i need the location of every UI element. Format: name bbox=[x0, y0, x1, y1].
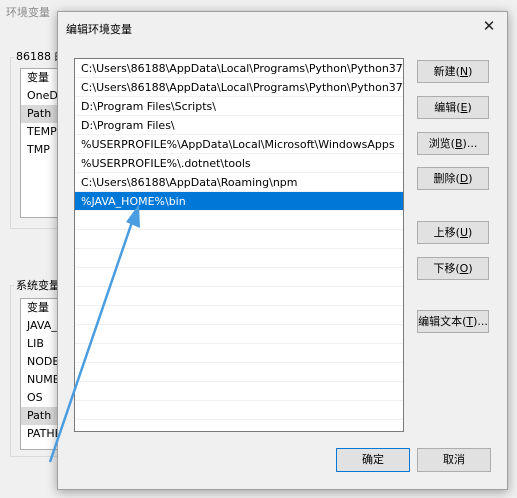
path-entry-selected[interactable]: %JAVA_HOME%\bin bbox=[75, 192, 403, 211]
path-entry-empty[interactable] bbox=[75, 344, 403, 363]
path-entry-empty[interactable] bbox=[75, 268, 403, 287]
path-entry[interactable]: D:\Program Files\Scripts\ bbox=[75, 97, 403, 116]
path-entry[interactable]: %USERPROFILE%\AppData\Local\Microsoft\Wi… bbox=[75, 135, 403, 154]
edit-text-button[interactable]: 编辑文本(T)... bbox=[417, 310, 489, 333]
path-entry-empty[interactable] bbox=[75, 249, 403, 268]
close-icon[interactable]: ✕ bbox=[479, 16, 499, 36]
path-entry-empty[interactable] bbox=[75, 325, 403, 344]
path-entry-empty[interactable] bbox=[75, 363, 403, 382]
dialog-title: 编辑环境变量 bbox=[66, 23, 132, 36]
path-entry[interactable]: %USERPROFILE%\.dotnet\tools bbox=[75, 154, 403, 173]
delete-button[interactable]: 删除(D) bbox=[417, 167, 489, 190]
path-entry[interactable]: C:\Users\86188\AppData\Local\Programs\Py… bbox=[75, 59, 403, 78]
move-down-button[interactable]: 下移(O) bbox=[417, 257, 489, 280]
path-entry[interactable]: C:\Users\86188\AppData\Roaming\npm bbox=[75, 173, 403, 192]
path-entry-empty[interactable] bbox=[75, 401, 403, 420]
path-entry-empty[interactable] bbox=[75, 382, 403, 401]
path-entry-empty[interactable] bbox=[75, 230, 403, 249]
cancel-button[interactable]: 取消 bbox=[417, 448, 491, 472]
edit-button[interactable]: 编辑(E) bbox=[417, 96, 489, 119]
system-vars-label: 系统变量 bbox=[14, 277, 62, 293]
path-list[interactable]: C:\Users\86188\AppData\Local\Programs\Py… bbox=[74, 58, 404, 432]
browse-button[interactable]: 浏览(B)... bbox=[417, 132, 489, 155]
edit-env-var-dialog: 编辑环境变量 ✕ C:\Users\86188\AppData\Local\Pr… bbox=[57, 11, 508, 490]
ok-button[interactable]: 确定 bbox=[336, 448, 410, 472]
path-entry-empty[interactable] bbox=[75, 287, 403, 306]
new-button[interactable]: 新建(N) bbox=[417, 60, 489, 83]
path-entry[interactable]: C:\Users\86188\AppData\Local\Programs\Py… bbox=[75, 78, 403, 97]
path-entry-empty[interactable] bbox=[75, 306, 403, 325]
window-title: 环境变量 bbox=[6, 6, 50, 19]
path-entry[interactable]: D:\Program Files\ bbox=[75, 116, 403, 135]
move-up-button[interactable]: 上移(U) bbox=[417, 221, 489, 244]
path-entry-empty[interactable] bbox=[75, 211, 403, 230]
